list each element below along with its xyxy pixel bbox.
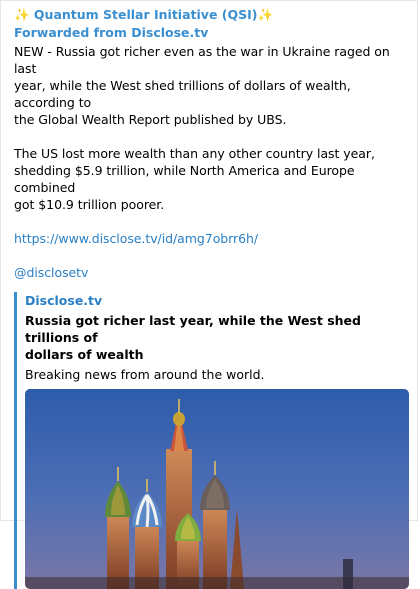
channel-handle-link[interactable]: @disclosetv — [14, 265, 88, 280]
message-bubble: ✨ Quantum Stellar Initiative (QSI)✨ Forw… — [0, 0, 418, 589]
message-text: NEW - Russia got richer even as the war … — [14, 43, 405, 281]
text-line: got $10.9 trillion poorer. — [14, 197, 165, 212]
text-line: NEW - Russia got richer even as the war … — [14, 44, 390, 76]
text-line: shedding $5.9 trillion, while North Amer… — [14, 163, 355, 195]
text-line: year, while the West shed trillions of d… — [14, 78, 351, 110]
preview-description: Breaking news from around the world. — [25, 367, 265, 382]
preview-title-line: dollars of wealth — [25, 347, 144, 362]
text-line: the Global Wealth Report published by UB… — [14, 112, 287, 127]
link-preview[interactable]: Disclose.tv Russia got richer last year,… — [14, 292, 409, 589]
preview-title: Russia got richer last year, while the W… — [25, 312, 409, 363]
forwarded-from[interactable]: Forwarded from Disclose.tv — [14, 25, 405, 41]
preview-image[interactable] — [25, 389, 409, 589]
preview-title-line: Russia got richer last year, while the W… — [25, 313, 361, 345]
channel-name[interactable]: ✨ Quantum Stellar Initiative (QSI)✨ — [14, 7, 405, 23]
article-link[interactable]: https://www.disclose.tv/id/amg7obrr6h/ — [14, 231, 258, 246]
text-line: The US lost more wealth than any other c… — [14, 146, 375, 161]
preview-site-name: Disclose.tv — [25, 293, 103, 308]
